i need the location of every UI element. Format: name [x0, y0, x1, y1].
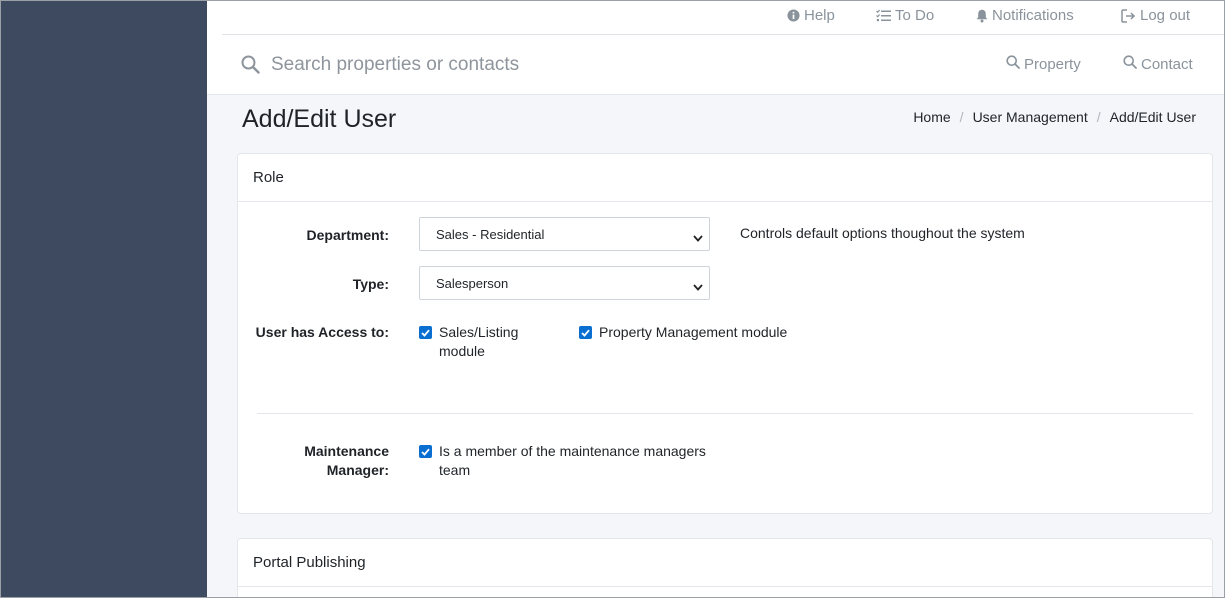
access-label: User has Access to: [255, 324, 389, 340]
type-value: Salesperson [436, 275, 509, 291]
search-icon [1123, 55, 1137, 73]
department-select[interactable]: Sales - Residential [419, 217, 710, 251]
role-card-title: Role [253, 169, 284, 186]
bell-icon [976, 9, 988, 23]
logout-icon [1121, 8, 1136, 23]
check-icon [421, 448, 430, 456]
top-nav: Help To Do Notifications Log out [207, 1, 1224, 35]
search-icon [241, 55, 260, 79]
maintenance-text-line1: Is a member of the maintenance managers [439, 443, 706, 459]
contact-label: Contact [1141, 55, 1193, 73]
portal-publishing-card: Portal Publishing [237, 538, 1213, 597]
logout-label: Log out [1140, 7, 1191, 24]
breadcrumb: Home / User Management / Add/Edit User [913, 109, 1196, 125]
search-input[interactable] [271, 49, 831, 81]
property-management-label: Property Management module [599, 324, 788, 340]
department-help-text: Controls default options thoughout the s… [740, 225, 1025, 241]
type-label: Type: [352, 276, 389, 292]
type-select[interactable]: Salesperson [419, 266, 710, 300]
main-content: Help To Do Notifications Log out Search … [207, 1, 1224, 597]
breadcrumb-current: Add/Edit User [1109, 109, 1196, 125]
breadcrumb-user-management[interactable]: User Management [973, 109, 1088, 125]
search-property-button[interactable]: Property [1006, 55, 1081, 73]
breadcrumb-separator: / [959, 109, 964, 125]
department-value: Sales - Residential [436, 226, 545, 242]
department-label: Department: [306, 227, 389, 243]
sales-module-label: Sales/Listing module [439, 323, 518, 361]
maintenance-label-line2: Manager: [326, 462, 389, 478]
maintenance-manager-checkbox[interactable] [419, 445, 432, 458]
logout-link[interactable]: Log out [1121, 7, 1190, 24]
breadcrumb-home[interactable]: Home [913, 109, 950, 125]
search-icon [1006, 55, 1020, 73]
maintenance-text-line2: team [439, 462, 471, 478]
info-icon [787, 9, 800, 22]
check-icon [421, 329, 430, 337]
maintenance-manager-text: Is a member of the maintenance managers … [439, 442, 706, 480]
portal-publishing-header: Portal Publishing [238, 539, 1212, 587]
sales-module-label-line1: Sales/Listing [439, 324, 519, 340]
help-link[interactable]: Help [787, 7, 835, 24]
search-contact-button[interactable]: Contact [1123, 55, 1193, 73]
role-card: Role Department: Sales - Residential Con… [237, 153, 1213, 514]
sales-module-label-line2: module [439, 343, 485, 359]
sales-module-checkbox[interactable] [419, 326, 432, 339]
todo-link[interactable]: To Do [876, 7, 934, 24]
breadcrumb-separator: / [1096, 109, 1101, 125]
notifications-link[interactable]: Notifications [976, 7, 1074, 24]
check-icon [581, 329, 590, 337]
role-card-header: Role [238, 154, 1212, 202]
section-divider [257, 413, 1193, 414]
help-label: Help [804, 7, 835, 24]
maintenance-label-line1: Maintenance [304, 443, 389, 459]
notifications-label: Notifications [992, 7, 1074, 24]
todo-label: To Do [895, 7, 935, 24]
property-management-checkbox[interactable] [579, 326, 592, 339]
page-title: Add/Edit User [242, 105, 397, 133]
checklist-icon [876, 9, 891, 22]
portal-publishing-title: Portal Publishing [253, 554, 366, 571]
maintenance-manager-label: Maintenance Manager: [304, 442, 389, 480]
search-bar: Property Contact [207, 35, 1224, 95]
sidebar [1, 1, 207, 597]
chevron-down-icon [693, 279, 703, 294]
app-window: Help To Do Notifications Log out Search … [0, 0, 1225, 598]
property-label: Property [1024, 55, 1081, 73]
chevron-down-icon [693, 230, 703, 245]
